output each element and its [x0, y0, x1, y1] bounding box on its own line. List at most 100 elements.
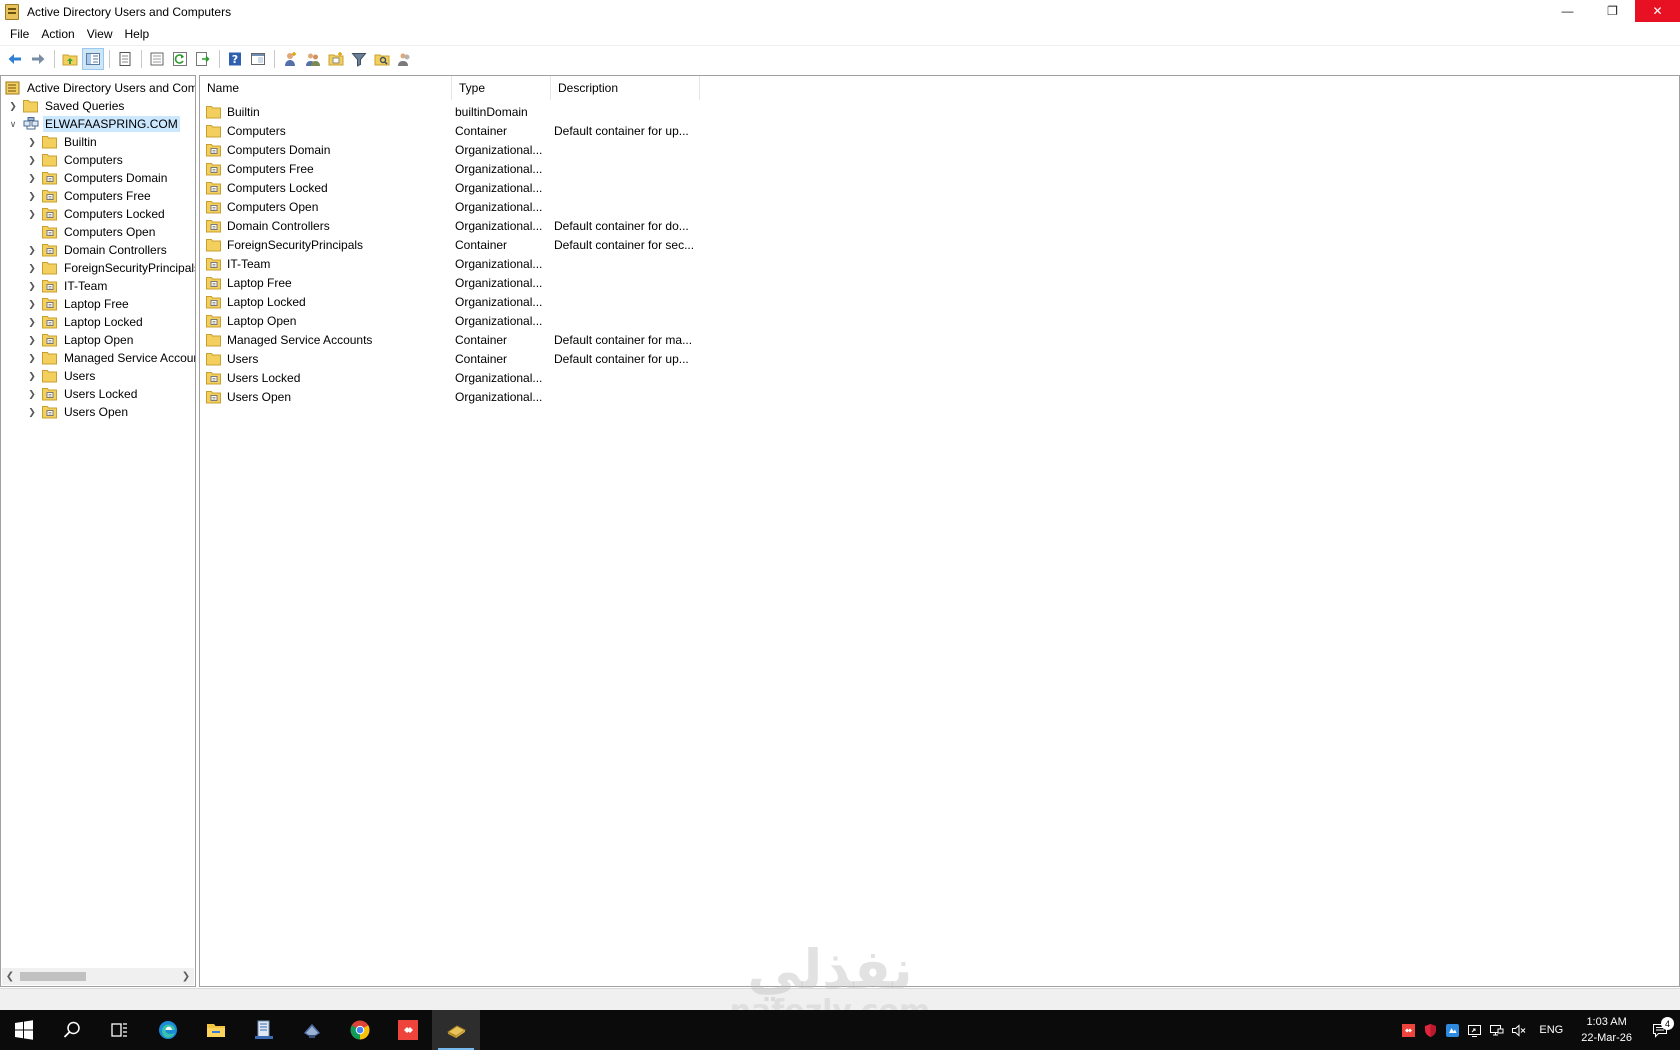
list-item[interactable]: Users Locked Organizational...	[200, 368, 699, 387]
menu-help[interactable]: Help	[119, 27, 156, 41]
refresh-icon[interactable]	[169, 48, 191, 70]
tree-item-computers-open[interactable]: Computers Open	[26, 223, 157, 241]
export-list-icon[interactable]	[192, 48, 214, 70]
list-item[interactable]: Users Open Organizational...	[200, 387, 699, 406]
chevron-right-icon[interactable]: ❯	[26, 370, 38, 382]
task-view-icon[interactable]	[96, 1010, 144, 1050]
console-tree[interactable]: Active Directory Users and Com ❯ Saved Q…	[0, 75, 196, 987]
help-icon[interactable]: ?	[224, 48, 246, 70]
chevron-right-icon[interactable]: ❯	[26, 172, 38, 184]
list-item[interactable]: Domain Controllers Organizational... Defau…	[200, 216, 699, 235]
forward-icon[interactable]	[27, 48, 49, 70]
tree-item-computers-domain[interactable]: ❯ Computers Domain	[26, 169, 169, 187]
show-hide-tree-icon[interactable]	[82, 47, 104, 70]
ad-users-computers-icon[interactable]	[432, 1010, 480, 1050]
chevron-right-icon[interactable]: ❯	[26, 406, 38, 418]
tree-item-domain-controllers[interactable]: ❯ Domain Controllers	[26, 241, 169, 259]
filter-icon[interactable]	[348, 48, 370, 70]
tree-item-computers-free[interactable]: ❯ Computers Free	[26, 187, 153, 205]
chevron-right-icon[interactable]: ❯	[26, 334, 38, 346]
column-header-type[interactable]: Type	[452, 76, 551, 100]
chevron-down-icon[interactable]: ∨	[7, 118, 19, 130]
mmc-view-icon[interactable]	[247, 48, 269, 70]
tree-item-computers[interactable]: ❯ Computers	[26, 151, 125, 169]
start-icon[interactable]	[0, 1010, 48, 1050]
properties-icon[interactable]	[146, 48, 168, 70]
minimize-button[interactable]: —	[1545, 0, 1590, 22]
tree-item-laptop-locked[interactable]: ❯ Laptop Locked	[26, 313, 145, 331]
close-button[interactable]: ✕	[1635, 0, 1680, 22]
chevron-right-icon[interactable]: ❯	[26, 280, 38, 292]
chevron-right-icon[interactable]: ❯	[26, 262, 38, 274]
tree-item-users-locked[interactable]: ❯ Users Locked	[26, 385, 139, 403]
menu-action[interactable]: Action	[35, 27, 80, 41]
tree-item-it-team[interactable]: ❯ IT-Team	[26, 277, 109, 295]
chevron-right-icon[interactable]: ❯	[26, 136, 38, 148]
tree-horizontal-scrollbar[interactable]: ❮ ❯	[2, 968, 194, 985]
chevron-right-icon[interactable]: ❯	[26, 316, 38, 328]
tree-item-users[interactable]: ❯ Users	[26, 367, 97, 385]
up-folder-icon[interactable]	[59, 48, 81, 70]
list-item[interactable]: Computers Domain Organizational...	[200, 140, 699, 159]
list-item[interactable]: Computers Open Organizational...	[200, 197, 699, 216]
find-icon[interactable]	[371, 48, 393, 70]
remote-tray-icon[interactable]	[1463, 1010, 1485, 1050]
restore-button[interactable]: ❐	[1590, 0, 1635, 22]
menu-file[interactable]: File	[4, 27, 35, 41]
tray-app-icon[interactable]	[1441, 1010, 1463, 1050]
language-indicator[interactable]: ENG	[1529, 1024, 1573, 1036]
anydesk-tray-icon[interactable]	[1397, 1010, 1419, 1050]
scroll-track[interactable]	[18, 968, 178, 985]
list-item[interactable]: Laptop Locked Organizational...	[200, 292, 699, 311]
chrome-icon[interactable]	[336, 1010, 384, 1050]
list-item[interactable]: Users Container Default container for up..…	[200, 349, 699, 368]
back-icon[interactable]	[4, 48, 26, 70]
chevron-right-icon[interactable]: ❯	[26, 154, 38, 166]
chevron-right-icon[interactable]: ❯	[26, 388, 38, 400]
chevron-right-icon[interactable]: ❯	[26, 208, 38, 220]
column-header-name[interactable]: Name	[200, 76, 452, 100]
column-header-description[interactable]: Description	[551, 76, 700, 100]
list-item[interactable]: Computers Locked Organizational...	[200, 178, 699, 197]
scroll-left-icon[interactable]: ❮	[2, 968, 18, 985]
chevron-right-icon[interactable]: ❯	[26, 298, 38, 310]
list-item[interactable]: Computers Free Organizational...	[200, 159, 699, 178]
file-explorer-icon[interactable]	[192, 1010, 240, 1050]
tree-root[interactable]: Active Directory Users and Com	[3, 79, 195, 97]
anydesk-icon[interactable]	[384, 1010, 432, 1050]
tree-item-saved-queries[interactable]: ❯ Saved Queries	[7, 97, 126, 115]
scroll-right-icon[interactable]: ❯	[178, 968, 194, 985]
menu-view[interactable]: View	[81, 27, 119, 41]
tree-item-users-open[interactable]: ❯ Users Open	[26, 403, 130, 421]
chevron-right-icon[interactable]: ❯	[26, 352, 38, 364]
clock[interactable]: 1:03 AM 22-Mar-26	[1573, 1014, 1640, 1046]
tree-item-computers-locked[interactable]: ❯ Computers Locked	[26, 205, 167, 223]
tree-item-domain[interactable]: ∨ ELWAFAASPRING.COM	[7, 115, 180, 133]
server-manager-icon[interactable]	[240, 1010, 288, 1050]
search-icon[interactable]	[48, 1010, 96, 1050]
list-item[interactable]: Builtin builtinDomain	[200, 102, 699, 121]
list-item[interactable]: Managed Service Accounts Container Default…	[200, 330, 699, 349]
copy-icon[interactable]	[114, 48, 136, 70]
list-item[interactable]: Computers Container Default container for …	[200, 121, 699, 140]
network-icon[interactable]	[288, 1010, 336, 1050]
scroll-thumb[interactable]	[20, 972, 86, 981]
add-to-group-icon[interactable]	[394, 48, 416, 70]
tree-item-foreignsecurityprincipals[interactable]: ❯ ForeignSecurityPrincipals	[26, 259, 195, 277]
chevron-right-icon[interactable]: ❯	[26, 190, 38, 202]
new-ou-icon[interactable]	[325, 48, 347, 70]
list-item[interactable]: Laptop Open Organizational...	[200, 311, 699, 330]
tree-item-managed-service-accour[interactable]: ❯ Managed Service Accour	[26, 349, 195, 367]
list-item[interactable]: IT-Team Organizational...	[200, 254, 699, 273]
list-item[interactable]: ForeignSecurityPrincipals Container Defaul…	[200, 235, 699, 254]
new-group-icon[interactable]	[302, 48, 324, 70]
tree-item-builtin[interactable]: ❯ Builtin	[26, 133, 99, 151]
network-tray-icon[interactable]	[1485, 1010, 1507, 1050]
new-user-icon[interactable]	[279, 48, 301, 70]
list-item[interactable]: Laptop Free Organizational...	[200, 273, 699, 292]
tree-item-laptop-free[interactable]: ❯ Laptop Free	[26, 295, 131, 313]
edge-icon[interactable]	[144, 1010, 192, 1050]
notification-center-button[interactable]: 4	[1640, 1017, 1680, 1038]
security-shield-icon[interactable]	[1419, 1010, 1441, 1050]
volume-muted-icon[interactable]	[1507, 1010, 1529, 1050]
